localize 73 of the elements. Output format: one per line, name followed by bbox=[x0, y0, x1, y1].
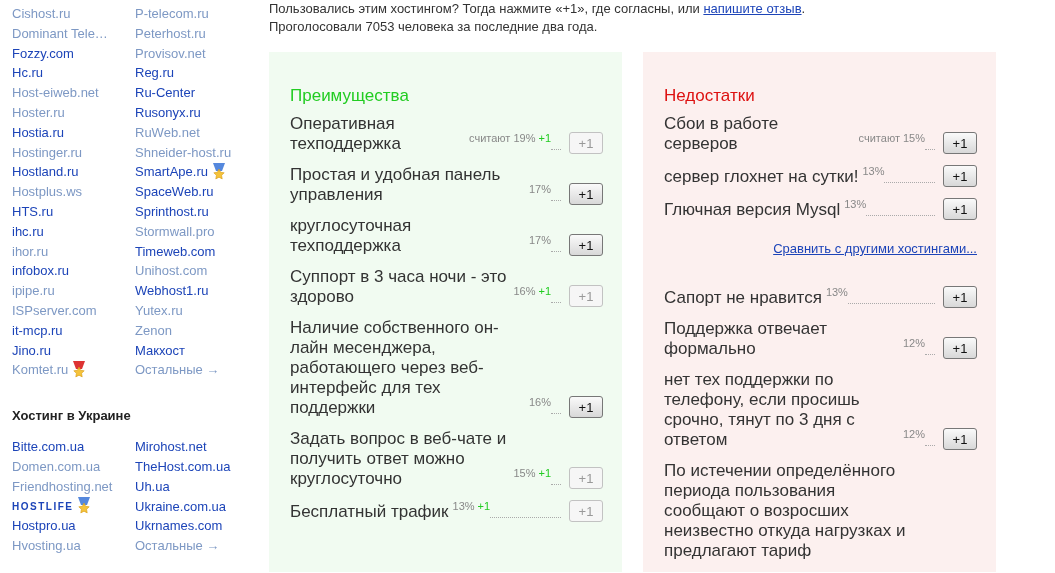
hosting-link[interactable]: HTS.ru bbox=[12, 201, 54, 222]
hosting-link[interactable]: infobox.ru bbox=[12, 261, 70, 282]
review-text: Сбои в работе серверов bbox=[664, 114, 780, 154]
hosting-link[interactable]: Hostpro.ua bbox=[12, 516, 76, 537]
hosting-link[interactable]: Ukraine.com.ua bbox=[135, 496, 227, 517]
added-vote: +1 bbox=[537, 285, 551, 297]
hosting-link[interactable]: Hc.ru bbox=[12, 63, 44, 84]
vote-percent: 13% bbox=[843, 198, 867, 210]
review-text: Наличие собственного он-лайн месенджера, работающего через веб-интерфейс для тех поддержки bbox=[290, 318, 500, 418]
hosting-link[interactable]: Макхост bbox=[135, 340, 185, 361]
vote-percent: 15% bbox=[512, 467, 536, 479]
intro-text: Пользовались этим хостингом? Тогда нажмите «+1», где согласны, или напишите отзыв. bbox=[269, 0, 807, 18]
vote-percent: 17% bbox=[527, 183, 551, 195]
hosting-link[interactable]: Bitte.com.ua bbox=[12, 437, 85, 457]
review-text: Глючная версия Mysql bbox=[664, 200, 841, 220]
review-text: Поддержка отвечает формально bbox=[664, 319, 828, 359]
review-text: Задать вопрос в веб-чате и получить ответ можно круглосуточно bbox=[290, 429, 508, 489]
vote-percent: считают 19% bbox=[468, 132, 536, 144]
vote-percent: 17% bbox=[527, 234, 551, 246]
vote-button[interactable]: +1 bbox=[943, 132, 977, 154]
hosting-link[interactable]: ihc.ru bbox=[12, 221, 44, 242]
vote-percent: 12% bbox=[901, 337, 925, 349]
hosting-link[interactable]: Sprinthost.ru bbox=[135, 201, 209, 222]
panel-title: Недостатки bbox=[664, 86, 756, 106]
hosting-link[interactable]: Rusonyx.ru bbox=[135, 103, 201, 123]
hosting-link[interactable]: Timeweb.com bbox=[135, 241, 216, 262]
vote-button[interactable]: +1 bbox=[943, 428, 977, 450]
vote-percent: 13% bbox=[861, 165, 885, 177]
hosting-link[interactable]: Reg.ru bbox=[135, 63, 175, 84]
vote-button[interactable]: +1 bbox=[943, 337, 977, 359]
hosting-link[interactable]: Hostland.ru bbox=[12, 162, 79, 183]
section-heading: Хостинг в Украине bbox=[12, 408, 132, 424]
review-text: Бесплатный трафик bbox=[290, 502, 449, 522]
compare-link[interactable]: Сравнить с другими хостингами... bbox=[773, 241, 977, 256]
review-text: Простая и удобная панель управления bbox=[290, 165, 502, 205]
hosting-link[interactable]: it-mcp.ru bbox=[12, 320, 63, 341]
hosting-link[interactable]: Fozzy.com bbox=[12, 43, 74, 64]
added-vote: +1 bbox=[537, 132, 551, 144]
hosting-link[interactable]: Mirohost.net bbox=[135, 437, 207, 457]
vote-count-text: Проголосовали 7053 человека за последние два года. bbox=[269, 18, 599, 36]
hosting-link[interactable]: Uh.ua bbox=[135, 476, 170, 497]
vote-button[interactable]: +1 bbox=[569, 396, 603, 418]
review-text: нет тех поддержки по телефону, если просишь срочно, тянут по 3 дня с ответом bbox=[664, 370, 861, 450]
review-text: Сапорт не нравится bbox=[664, 288, 822, 308]
vote-button[interactable]: +1 bbox=[943, 198, 977, 220]
vote-percent: считают 15% bbox=[857, 132, 925, 144]
hosting-link[interactable]: SmartApe.ru bbox=[135, 162, 208, 183]
vote-percent: 12% bbox=[901, 428, 925, 440]
review-text: Оперативная техподдержка bbox=[290, 114, 402, 154]
vote-percent: 16% bbox=[512, 285, 536, 297]
vote-percent: 13% bbox=[824, 286, 848, 298]
vote-button[interactable]: +1 bbox=[943, 165, 977, 187]
hosting-link[interactable]: Hostia.ru bbox=[12, 122, 65, 143]
hosting-link[interactable]: Webhost1.ru bbox=[135, 281, 209, 301]
panel-title: Преимущества bbox=[290, 86, 410, 106]
added-vote: +1 bbox=[476, 500, 491, 512]
vote-button[interactable]: +1 bbox=[569, 183, 603, 205]
vote-percent: 13% bbox=[451, 500, 475, 512]
hosting-link[interactable]: Ru-Center bbox=[135, 83, 195, 103]
hosting-link[interactable]: Ukrnames.com bbox=[135, 516, 223, 537]
hosting-link[interactable]: SpaceWeb.ru bbox=[135, 182, 214, 202]
added-vote: +1 bbox=[537, 467, 551, 479]
review-text: По истечении определённого периода пользования сообщают о возросших неизвестно откуда нагрузках и предлагают тариф bbox=[664, 461, 907, 561]
hosting-link[interactable]: Jino.ru bbox=[12, 340, 52, 361]
review-link[interactable]: напишите отзыв bbox=[703, 1, 802, 16]
vote-percent: 16% bbox=[527, 396, 551, 408]
review-text: сервер глохнет на сутки! bbox=[664, 167, 859, 187]
hosting-link[interactable]: TheHost.com.ua bbox=[135, 456, 231, 477]
review-text: круглосуточная техподдержка bbox=[290, 216, 413, 256]
vote-button[interactable]: +1 bbox=[943, 286, 977, 308]
review-text: Суппорт в 3 часа ночи - это здорово bbox=[290, 267, 508, 307]
logo-link[interactable]: HOSTLIFE bbox=[12, 496, 74, 517]
vote-button[interactable]: +1 bbox=[569, 234, 603, 256]
